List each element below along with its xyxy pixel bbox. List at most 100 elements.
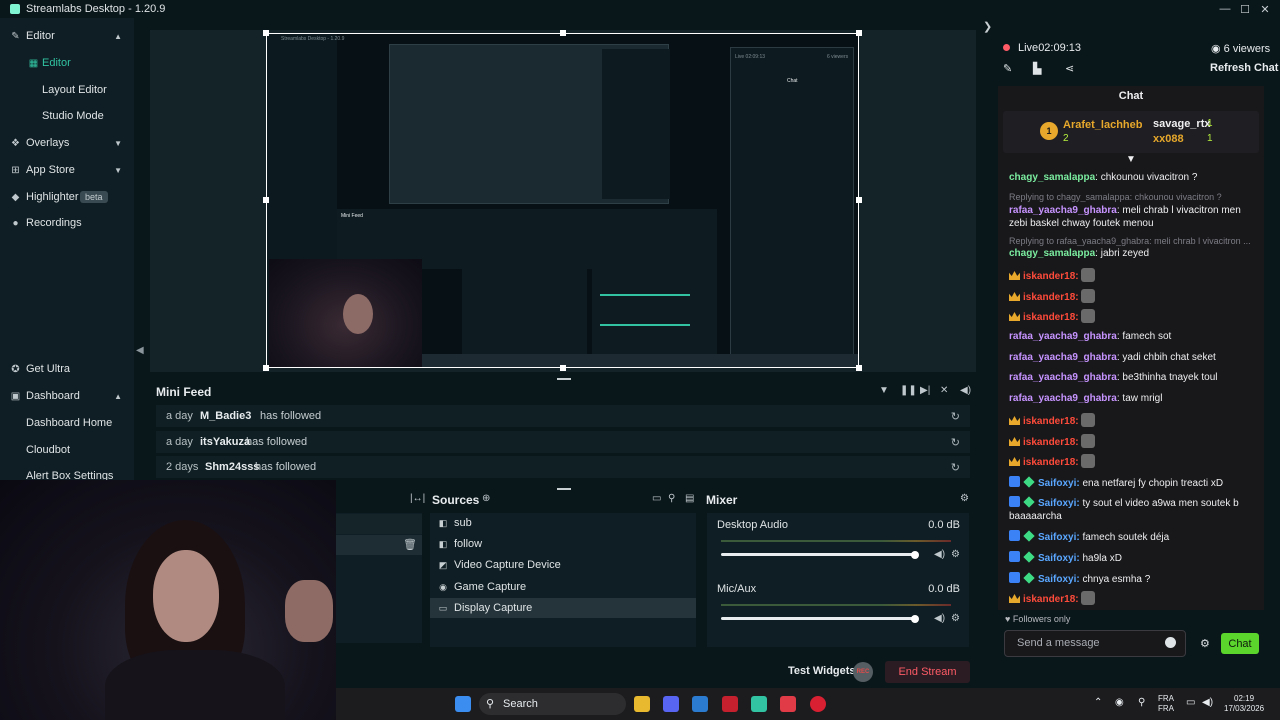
mixer-settings-gear-icon[interactable]: ⚙ [960, 493, 969, 504]
taskbar-search[interactable] [479, 693, 626, 715]
speaker-icon[interactable]: ◀) [934, 549, 945, 560]
sidebar-item-editor-sub[interactable]: ▦ Editor [0, 51, 134, 75]
sidebar-item-studio-mode[interactable]: Studio Mode [0, 104, 134, 128]
resize-handle[interactable] [856, 365, 862, 371]
sidebar-item-overlays[interactable]: ❖ Overlays ▼ [0, 131, 134, 155]
microphone-icon[interactable]: ⚲ [1138, 698, 1145, 708]
display-icon[interactable]: ▭ [1186, 698, 1195, 708]
share-icon[interactable]: ⋖ [1065, 62, 1074, 75]
sidebar-item-layout-editor[interactable]: Layout Editor [0, 78, 134, 102]
tray-expand-icon[interactable]: ⌃ [1094, 698, 1102, 708]
source-item-game-capture[interactable]: ◉ Game Capture [438, 578, 526, 596]
volume-slider[interactable] [721, 617, 917, 620]
speaker-icon[interactable]: ◀) [934, 613, 945, 624]
opera-icon[interactable] [810, 696, 826, 712]
add-source-icon[interactable]: ⊕ [482, 493, 490, 504]
volume-icon[interactable]: ◀) [960, 385, 971, 396]
sidebar-item-dashboard-home[interactable]: Dashboard Home [0, 411, 134, 435]
sidebar-item-recordings[interactable]: ● Recordings [0, 211, 134, 235]
scene-item[interactable] [336, 514, 422, 534]
channel-gear-icon[interactable]: ⚙ [951, 613, 960, 624]
valorant-icon[interactable] [780, 696, 796, 712]
pencil-icon[interactable]: ✎ [1003, 62, 1012, 75]
resize-handle[interactable] [263, 30, 269, 36]
sidebar-item-app-store[interactable]: ⊞ App Store ▼ [0, 158, 134, 182]
record-button[interactable]: REC [853, 662, 873, 682]
browser-source-icon: ◧ [438, 538, 448, 549]
mixer-title: Mixer [706, 493, 738, 507]
volume-slider-knob[interactable] [911, 615, 919, 623]
dashboard-icon: ▣ [10, 390, 21, 402]
sidebar-item-editor[interactable]: ✎ Editor ▲ [0, 24, 134, 48]
source-group-icon[interactable]: ▤ [685, 493, 694, 504]
app-logo-icon [10, 4, 20, 14]
preview-mini-title: Streamlabs Desktop - 1.20.9 [281, 36, 345, 42]
source-item-follow[interactable]: ◧ follow [438, 535, 482, 553]
chat-message: rafaa_yaacha9_ghabra: meli chrab l vivac… [1009, 205, 1241, 229]
emote-icon [1080, 591, 1095, 605]
sidebar-item-get-ultra[interactable]: ✪ Get Ultra [0, 357, 134, 381]
chat-settings-gear-icon[interactable]: ⚙ [1200, 637, 1210, 650]
clock[interactable]: 02:19 17/03/2026 [1224, 694, 1264, 714]
close-button[interactable]: ✕ [1250, 0, 1280, 18]
preview-mini-sources [462, 264, 587, 354]
filter-icon[interactable]: ▼ [879, 385, 889, 396]
streamlabs-icon[interactable] [751, 696, 767, 712]
mute-alerts-icon[interactable]: ✕ [940, 385, 948, 396]
windows-start-icon[interactable] [455, 696, 471, 712]
emoji-icon[interactable] [1165, 637, 1176, 648]
source-folder-icon[interactable]: ▭ [652, 493, 661, 504]
collapse-pin-icon[interactable]: ▼ [1126, 154, 1136, 165]
dashboard-link-icon[interactable]: ▙ [1033, 62, 1041, 75]
gamepad-icon: ◉ [439, 581, 447, 592]
resize-handle[interactable] [856, 197, 862, 203]
app-icon[interactable] [722, 696, 738, 712]
resize-handle[interactable] [263, 365, 269, 371]
chevron-right-icon[interactable]: ❯ [983, 20, 992, 33]
tray-network-icon[interactable]: ◉ [1115, 698, 1124, 708]
collapse-scenes-icon[interactable]: |↔| [410, 493, 425, 504]
replay-icon[interactable]: ↻ [951, 410, 960, 423]
chat-username: Saifoxyi: [1038, 553, 1080, 564]
source-item-video-capture[interactable]: ◩ Video Capture Device [438, 556, 561, 574]
file-explorer-icon[interactable] [634, 696, 650, 712]
sidebar-item-cloudbot[interactable]: Cloudbot [0, 438, 134, 462]
third-chatter-count: 1 [1207, 133, 1213, 144]
sidebar-item-dashboard[interactable]: ▣ Dashboard ▲ [0, 384, 134, 408]
chat-send-button[interactable]: Chat [1221, 633, 1259, 654]
skip-icon[interactable]: ▶| [920, 385, 930, 396]
heart-icon: ♥ [1005, 614, 1013, 624]
stream-preview-canvas[interactable]: Streamlabs Desktop - 1.20.9 Live 02:09:1… [266, 33, 859, 368]
volume-tray-icon[interactable]: ◀) [1202, 698, 1213, 708]
pause-icon[interactable]: ❚❚ [900, 385, 917, 396]
collapse-sidebar-icon[interactable]: ◀ [136, 345, 144, 356]
replay-icon[interactable]: ↻ [951, 436, 960, 449]
source-item-sub[interactable]: ◧ sub [438, 514, 472, 532]
language-indicator[interactable]: FRA FRA [1158, 694, 1174, 714]
audio-meter [721, 540, 951, 542]
chat-message: rafaa_yaacha9_ghabra: yadi chbih chat se… [1009, 352, 1216, 363]
chat-username: iskander18: [1023, 457, 1079, 468]
replay-icon[interactable]: ↻ [951, 461, 960, 474]
sidebar-item-label: Editor [42, 57, 71, 69]
resize-handle[interactable] [560, 365, 566, 371]
volume-slider-knob[interactable] [911, 551, 919, 559]
refresh-chat-button[interactable]: Refresh Chat [1210, 62, 1278, 74]
volume-slider[interactable] [721, 553, 917, 556]
channel-gear-icon[interactable]: ⚙ [951, 549, 960, 560]
chat-username: Saifoxyi: [1038, 498, 1080, 509]
resize-handle[interactable] [263, 197, 269, 203]
source-item-display-capture[interactable]: ▭ Display Capture [438, 599, 533, 617]
panel-resize-grip[interactable] [557, 488, 571, 490]
discord-icon[interactable] [663, 696, 679, 712]
store-icon[interactable] [692, 696, 708, 712]
test-widgets-button[interactable]: Test Widgets [788, 665, 856, 677]
mixer-channel-db: 0.0 dB [928, 519, 960, 531]
trash-icon[interactable]: 🗑 [403, 538, 417, 551]
source-link-icon[interactable]: ⚲ [668, 493, 675, 504]
sidebar-item-highlighter[interactable]: ◆ Highlighter beta [0, 185, 134, 209]
preview-nested-chat [602, 49, 670, 199]
resize-handle[interactable] [856, 30, 862, 36]
resize-handle[interactable] [560, 30, 566, 36]
end-stream-button[interactable]: End Stream [885, 661, 970, 683]
